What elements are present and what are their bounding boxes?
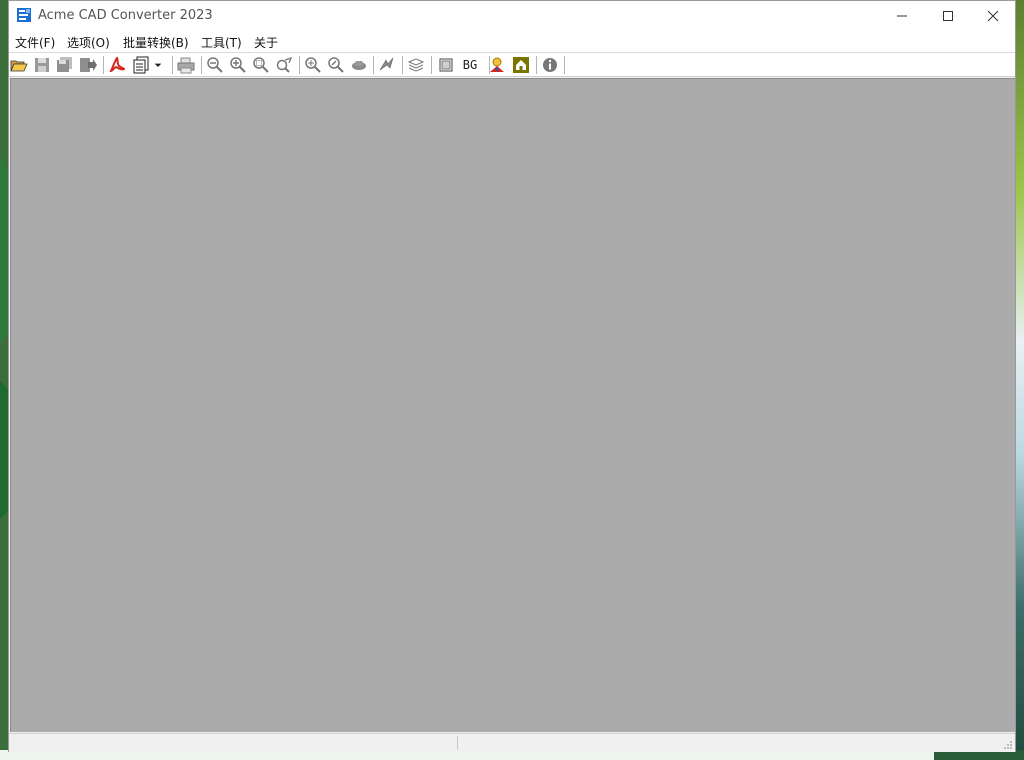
save-all-icon (57, 57, 72, 72)
menu-tools[interactable]: 工具(T) (201, 34, 242, 51)
toolbar-separator (103, 56, 104, 74)
zoom-out-button[interactable] (205, 55, 225, 75)
zoom-extent-button[interactable] (303, 55, 323, 75)
zoom-window-button[interactable] (251, 55, 271, 75)
status-pane-right (459, 736, 999, 750)
menu-options[interactable]: 选项(O) (67, 34, 110, 51)
zoom-previous-button[interactable] (274, 55, 294, 75)
toolbar-separator (373, 56, 374, 74)
zoom-realtime-icon (328, 57, 344, 73)
save-icon (35, 58, 49, 72)
frame-icon (439, 58, 453, 72)
status-bar (9, 733, 1015, 752)
minimize-icon (897, 15, 907, 17)
convert-button[interactable] (131, 55, 151, 75)
toolbar-separator (402, 56, 403, 74)
maximize-button[interactable] (925, 1, 971, 31)
toolbar: BG (9, 52, 1015, 77)
pan-icon (352, 61, 366, 70)
layers-button[interactable] (406, 55, 426, 75)
menu-bar: 文件(F) 选项(O) 批量转换(B) 工具(T) 关于 (9, 31, 1015, 52)
toolbar-separator (299, 56, 300, 74)
save-all-button[interactable] (55, 55, 75, 75)
zoom-realtime-button[interactable] (326, 55, 346, 75)
about-info-button[interactable] (540, 55, 560, 75)
zoom-out-icon (207, 57, 223, 73)
toolbar-separator (536, 56, 537, 74)
export-button[interactable] (78, 55, 98, 75)
zoom-previous-icon (276, 56, 293, 73)
menu-batch-convert[interactable]: 批量转换(B) (123, 34, 189, 51)
app-logo-icon (17, 8, 31, 22)
open-folder-icon (10, 60, 28, 72)
home-button[interactable] (511, 55, 531, 75)
toolbar-separator (201, 56, 202, 74)
minimize-button[interactable] (879, 1, 925, 31)
background-toggle-button[interactable]: BG (459, 55, 481, 75)
zoom-in-button[interactable] (228, 55, 248, 75)
pdf-button[interactable] (107, 55, 127, 75)
open-button[interactable] (9, 55, 29, 75)
menu-file[interactable]: 文件(F) (15, 34, 55, 51)
print-icon (177, 57, 195, 74)
frame-button[interactable] (436, 55, 456, 75)
resize-grip-icon[interactable] (1003, 740, 1013, 750)
close-icon (987, 10, 999, 22)
toolbar-separator (172, 56, 173, 74)
home-icon (513, 57, 529, 73)
zoom-in-icon (230, 57, 246, 73)
help-button[interactable] (487, 55, 507, 75)
dropdown-arrow-icon (154, 63, 162, 67)
toolbar-separator (431, 56, 432, 74)
redraw-icon (379, 57, 394, 71)
convert-icon (133, 56, 149, 74)
redraw-button[interactable] (377, 55, 397, 75)
toolbar-separator (564, 56, 565, 74)
export-icon (80, 58, 97, 72)
help-icon (490, 57, 504, 72)
pan-button[interactable] (349, 55, 369, 75)
window-title: Acme CAD Converter 2023 (38, 8, 213, 23)
pdf-icon (109, 56, 126, 73)
status-pane-left (11, 736, 458, 750)
bg-label: BG (462, 58, 478, 72)
convert-dropdown-button[interactable] (151, 55, 165, 75)
zoom-window-icon (253, 57, 269, 73)
title-bar[interactable]: Acme CAD Converter 2023 (9, 1, 1015, 31)
drawing-canvas[interactable] (10, 78, 1015, 732)
print-button[interactable] (176, 55, 196, 75)
close-button[interactable] (970, 1, 1016, 31)
menu-about[interactable]: 关于 (254, 34, 278, 51)
app-window: Acme CAD Converter 2023 文件(F) 选项(O) 批量转换… (8, 0, 1016, 752)
maximize-icon (943, 11, 953, 21)
zoom-extent-icon (305, 57, 321, 73)
save-button[interactable] (32, 55, 52, 75)
about-info-icon (543, 58, 557, 72)
layers-icon (407, 58, 425, 72)
